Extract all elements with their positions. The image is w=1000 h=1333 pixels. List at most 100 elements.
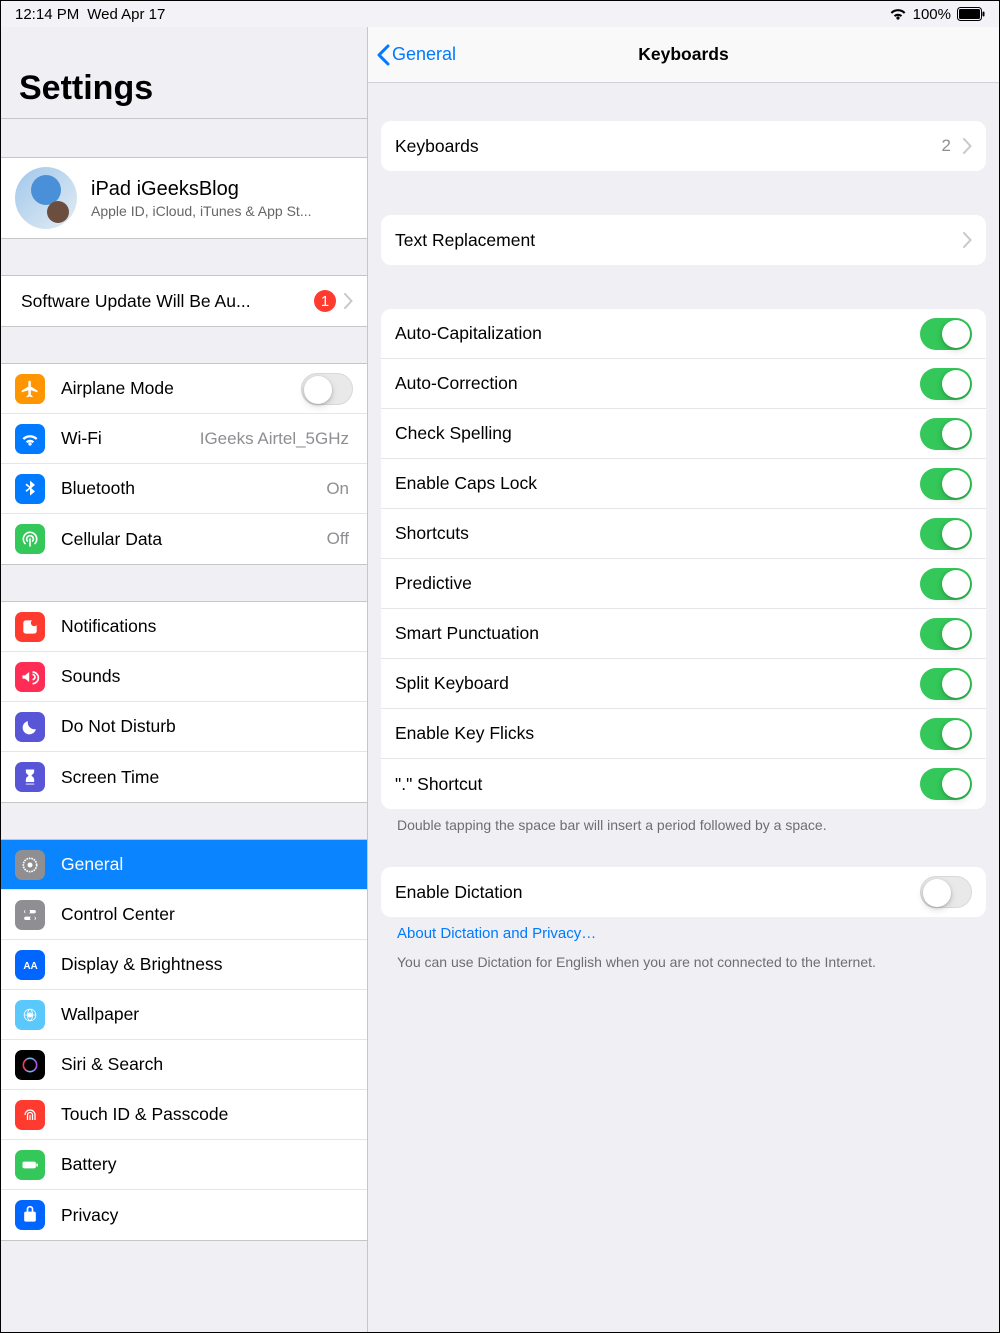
airplane-mode-row[interactable]: Airplane Mode (1, 364, 367, 414)
bluetooth-value: On (326, 479, 349, 499)
cellular-icon (15, 524, 45, 554)
wifi-label: Wi-Fi (61, 428, 200, 449)
toggle-row-3[interactable]: Enable Caps Lock (381, 459, 986, 509)
keyboards-value: 2 (942, 136, 951, 156)
battery-label: Battery (61, 1154, 353, 1175)
battery-row[interactable]: Battery (1, 1140, 367, 1190)
toggle-label: "." Shortcut (395, 774, 920, 795)
toggle-switch[interactable] (920, 718, 972, 750)
status-time: 12:14 PM (15, 6, 79, 23)
toggle-switch[interactable] (920, 318, 972, 350)
keyboards-row[interactable]: Keyboards 2 (381, 121, 986, 171)
software-update-row[interactable]: Software Update Will Be Au... 1 (1, 276, 367, 326)
screentime-row[interactable]: Screen Time (1, 752, 367, 802)
control-center-row[interactable]: Control Center (1, 890, 367, 940)
battery-settings-icon (15, 1150, 45, 1180)
airplane-toggle[interactable] (301, 373, 353, 405)
wallpaper-row[interactable]: Wallpaper (1, 990, 367, 1040)
chevron-right-icon (963, 232, 972, 248)
toggle-row-8[interactable]: Enable Key Flicks (381, 709, 986, 759)
page-title: Settings (1, 27, 367, 119)
toggle-label: Smart Punctuation (395, 623, 920, 644)
general-row[interactable]: General (1, 840, 367, 890)
siri-row[interactable]: Siri & Search (1, 1040, 367, 1090)
toggle-row-6[interactable]: Smart Punctuation (381, 609, 986, 659)
wallpaper-icon (15, 1000, 45, 1030)
toggle-row-1[interactable]: Auto-Correction (381, 359, 986, 409)
dnd-icon (15, 712, 45, 742)
back-button[interactable]: General (376, 44, 456, 66)
svg-text:AA: AA (23, 961, 37, 972)
general-icon (15, 850, 45, 880)
toggle-label: Auto-Capitalization (395, 323, 920, 344)
wifi-value: IGeeks Airtel_5GHz (200, 429, 349, 449)
enable-dictation-toggle[interactable] (920, 876, 972, 908)
screentime-label: Screen Time (61, 767, 353, 788)
toggle-label: Shortcuts (395, 523, 920, 544)
enable-dictation-label: Enable Dictation (395, 882, 920, 903)
account-row[interactable]: iPad iGeeksBlog Apple ID, iCloud, iTunes… (1, 158, 367, 238)
text-replacement-label: Text Replacement (395, 230, 963, 251)
dictation-footer: You can use Dictation for English when y… (381, 948, 986, 974)
toggle-row-7[interactable]: Split Keyboard (381, 659, 986, 709)
wifi-row[interactable]: Wi-Fi IGeeks Airtel_5GHz (1, 414, 367, 464)
sounds-row[interactable]: Sounds (1, 652, 367, 702)
toggle-row-5[interactable]: Predictive (381, 559, 986, 609)
software-update-label: Software Update Will Be Au... (21, 291, 314, 312)
toggle-row-4[interactable]: Shortcuts (381, 509, 986, 559)
privacy-icon (15, 1200, 45, 1230)
account-name: iPad iGeeksBlog (91, 178, 312, 201)
toggle-row-0[interactable]: Auto-Capitalization (381, 309, 986, 359)
notifications-row[interactable]: Notifications (1, 602, 367, 652)
airplane-icon (15, 374, 45, 404)
dnd-row[interactable]: Do Not Disturb (1, 702, 367, 752)
software-update-badge: 1 (314, 290, 336, 312)
control-center-label: Control Center (61, 904, 353, 925)
chevron-right-icon (344, 293, 353, 309)
display-label: Display & Brightness (61, 954, 353, 975)
toggle-label: Auto-Correction (395, 373, 920, 394)
keyboards-label: Keyboards (395, 136, 942, 157)
enable-dictation-row[interactable]: Enable Dictation (381, 867, 986, 917)
screentime-icon (15, 762, 45, 792)
cellular-label: Cellular Data (61, 529, 327, 550)
toggle-switch[interactable] (920, 618, 972, 650)
sounds-label: Sounds (61, 666, 353, 687)
text-replacement-row[interactable]: Text Replacement (381, 215, 986, 265)
chevron-right-icon (963, 138, 972, 154)
general-label: General (61, 854, 353, 875)
cellular-row[interactable]: Cellular Data Off (1, 514, 367, 564)
toggle-switch[interactable] (920, 368, 972, 400)
bluetooth-icon (15, 474, 45, 504)
toggle-label: Enable Caps Lock (395, 473, 920, 494)
toggle-label: Check Spelling (395, 423, 920, 444)
wifi-icon (889, 7, 907, 21)
privacy-row[interactable]: Privacy (1, 1190, 367, 1240)
toggle-switch[interactable] (920, 568, 972, 600)
privacy-label: Privacy (61, 1205, 353, 1226)
bluetooth-row[interactable]: Bluetooth On (1, 464, 367, 514)
battery-icon (957, 7, 985, 21)
toggle-label: Split Keyboard (395, 673, 920, 694)
toggle-switch[interactable] (920, 668, 972, 700)
toggle-row-2[interactable]: Check Spelling (381, 409, 986, 459)
touchid-row[interactable]: Touch ID & Passcode (1, 1090, 367, 1140)
toggle-switch[interactable] (920, 418, 972, 450)
notifications-icon (15, 612, 45, 642)
wifi-settings-icon (15, 424, 45, 454)
display-row[interactable]: AA Display & Brightness (1, 940, 367, 990)
toggle-switch[interactable] (920, 768, 972, 800)
siri-label: Siri & Search (61, 1054, 353, 1075)
back-label: General (392, 44, 456, 65)
toggle-row-9[interactable]: "." Shortcut (381, 759, 986, 809)
toggle-label: Predictive (395, 573, 920, 594)
account-subtitle: Apple ID, iCloud, iTunes & App St... (91, 203, 312, 219)
toggle-switch[interactable] (920, 518, 972, 550)
cellular-value: Off (327, 529, 349, 549)
dnd-label: Do Not Disturb (61, 716, 353, 737)
toggles-footer: Double tapping the space bar will insert… (381, 809, 986, 837)
control-center-icon (15, 900, 45, 930)
bluetooth-label: Bluetooth (61, 478, 326, 499)
dictation-privacy-link[interactable]: About Dictation and Privacy… (381, 917, 986, 948)
toggle-switch[interactable] (920, 468, 972, 500)
